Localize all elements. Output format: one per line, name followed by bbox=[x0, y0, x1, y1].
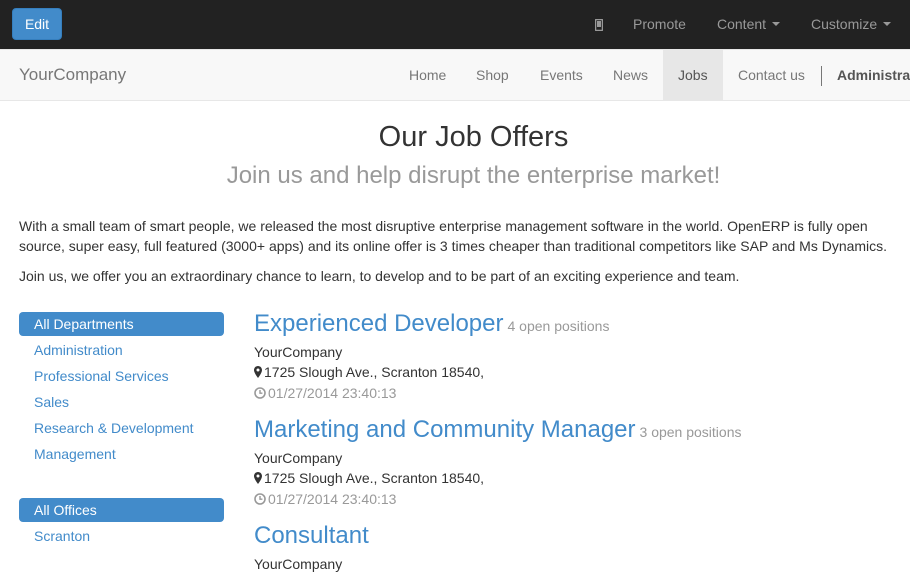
filter-research-development[interactable]: Research & Development bbox=[19, 416, 224, 440]
job-address-row: 1725 Slough Ave., Scranton 18540, bbox=[254, 362, 904, 383]
nav-news[interactable]: News bbox=[598, 50, 663, 100]
map-marker-icon bbox=[254, 363, 262, 383]
nav-home[interactable]: Home bbox=[395, 50, 460, 100]
edit-button[interactable]: Edit bbox=[12, 8, 62, 40]
page-title: Our Job Offers bbox=[378, 121, 569, 153]
nav-divider bbox=[821, 66, 822, 86]
nav-contact-us[interactable]: Contact us bbox=[723, 50, 820, 100]
intro-paragraph: With a small team of smart people, we re… bbox=[19, 218, 888, 254]
job-date: 01/27/2014 23:40:13 bbox=[268, 385, 397, 401]
job-title-link[interactable]: Marketing and Community Manager bbox=[254, 416, 636, 443]
brand-logo[interactable]: YourCompany bbox=[19, 50, 126, 100]
customize-dropdown[interactable]: Customize bbox=[811, 0, 892, 49]
caret-down-icon bbox=[883, 22, 892, 27]
filter-all-departments[interactable]: All Departments bbox=[19, 312, 224, 336]
job-title-link[interactable]: Experienced Developer bbox=[254, 310, 503, 337]
office-filter: All Offices Scranton bbox=[19, 498, 224, 550]
job-date: 01/27/2014 23:40:13 bbox=[268, 491, 397, 507]
clock-icon bbox=[254, 384, 266, 404]
map-marker-icon bbox=[254, 469, 262, 489]
filter-sales[interactable]: Sales bbox=[19, 390, 224, 414]
nav-events[interactable]: Events bbox=[525, 50, 598, 100]
filter-all-offices[interactable]: All Offices bbox=[19, 498, 224, 522]
job-company: YourCompany bbox=[254, 450, 343, 466]
caret-down-icon bbox=[772, 22, 781, 27]
nav-administrator-menu[interactable]: Administra bbox=[837, 50, 910, 100]
job-address-row: 1725 Slough Ave., Scranton 18540, bbox=[254, 468, 904, 489]
job-date-row: 01/27/2014 23:40:13 bbox=[254, 489, 904, 510]
job-open-positions: 3 open positions bbox=[639, 424, 742, 440]
job-item: Consultant YourCompany bbox=[254, 521, 904, 573]
job-open-positions: 4 open positions bbox=[507, 318, 610, 334]
promote-menu[interactable]: Promote bbox=[633, 0, 686, 49]
filter-scranton[interactable]: Scranton bbox=[19, 524, 224, 548]
clock-icon bbox=[254, 490, 266, 510]
job-item: Experienced Developer 4 open positions Yo… bbox=[254, 309, 904, 404]
job-item: Marketing and Community Manager 3 open po… bbox=[254, 415, 904, 510]
site-navbar: YourCompany Home Shop Events News Jobs C… bbox=[0, 49, 910, 101]
filter-professional-services[interactable]: Professional Services bbox=[19, 364, 224, 388]
nav-jobs[interactable]: Jobs bbox=[663, 50, 723, 100]
intro-paragraph-2: Join us, we offer you an extraordinary c… bbox=[19, 268, 740, 284]
job-company: YourCompany bbox=[254, 344, 343, 360]
filter-management[interactable]: Management bbox=[19, 442, 224, 466]
job-address: 1725 Slough Ave., Scranton 18540, bbox=[264, 470, 485, 486]
job-date-row: 01/27/2014 23:40:13 bbox=[254, 383, 904, 404]
mobile-preview-icon[interactable] bbox=[594, 0, 605, 49]
job-company: YourCompany bbox=[254, 556, 343, 572]
department-filter: All Departments Administration Professio… bbox=[19, 312, 224, 468]
job-title-link[interactable]: Consultant bbox=[254, 522, 369, 549]
filter-administration[interactable]: Administration bbox=[19, 338, 224, 362]
content-dropdown-label: Content bbox=[717, 16, 767, 32]
nav-shop[interactable]: Shop bbox=[462, 50, 523, 100]
page-subtitle: Join us and help disrupt the enterprise … bbox=[226, 162, 721, 189]
editor-topbar: Edit Promote Content Customize bbox=[0, 0, 910, 49]
job-address: 1725 Slough Ave., Scranton 18540, bbox=[264, 364, 485, 380]
content-dropdown[interactable]: Content bbox=[717, 0, 781, 49]
customize-dropdown-label: Customize bbox=[811, 16, 878, 32]
